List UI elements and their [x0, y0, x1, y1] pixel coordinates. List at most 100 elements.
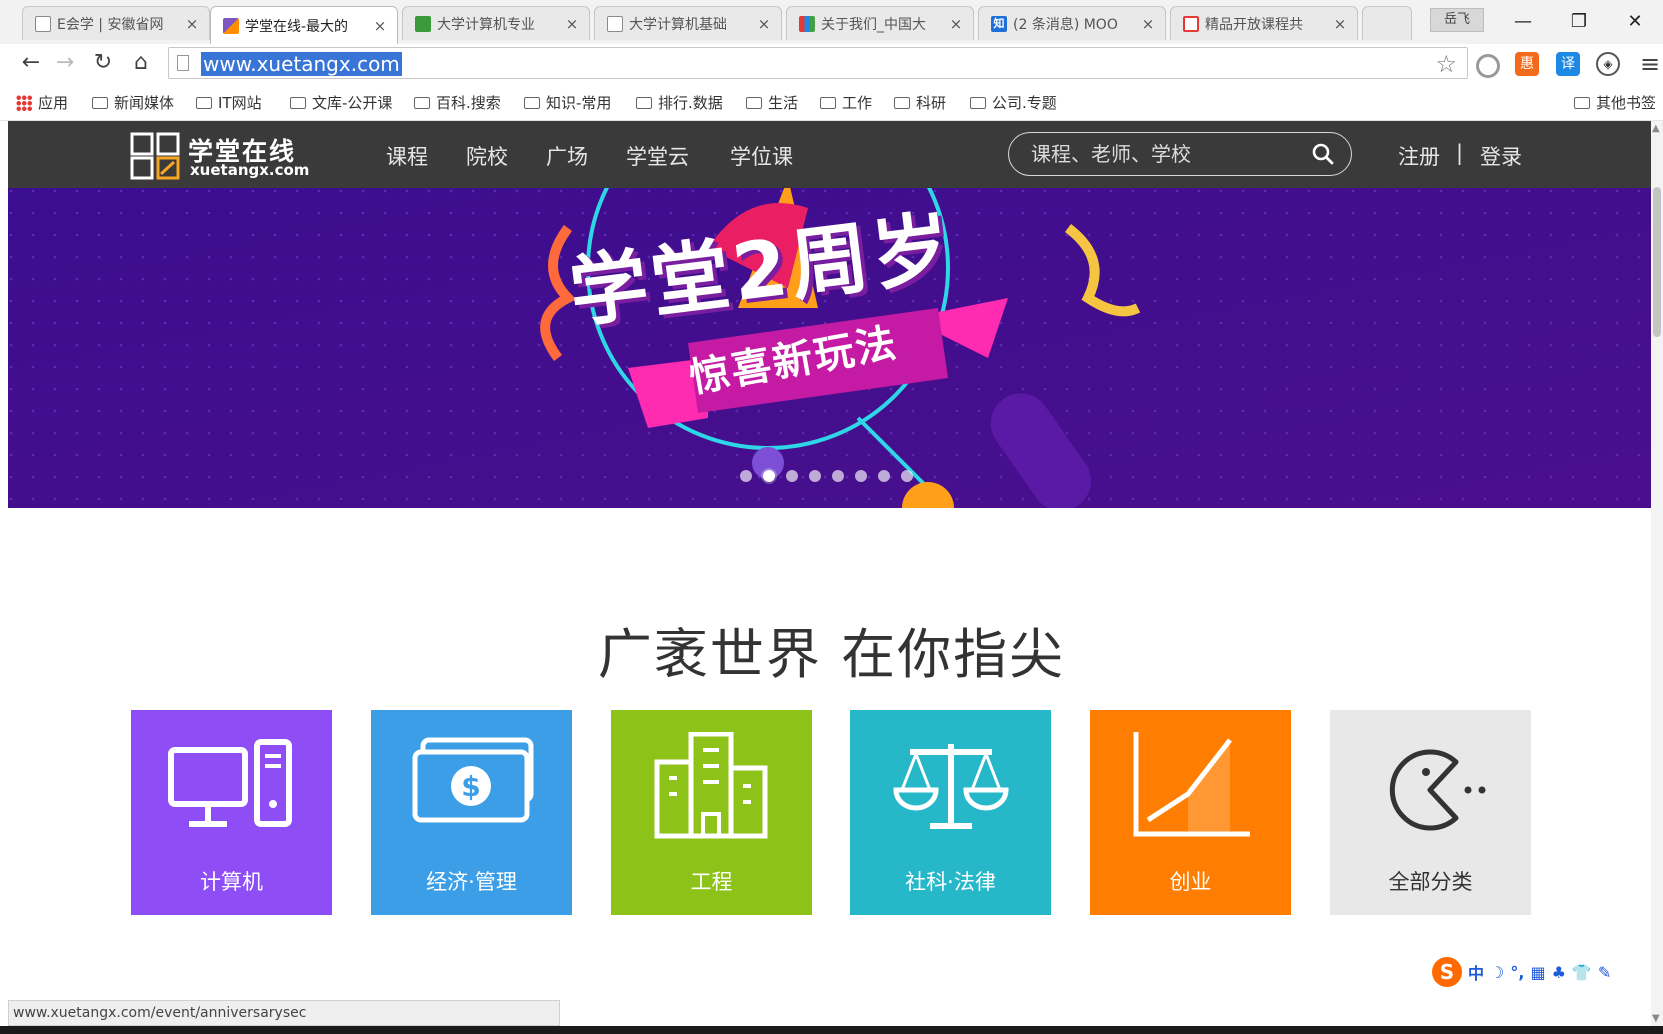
- ime-skin-icon[interactable]: 👕: [1572, 963, 1592, 982]
- hero-banner[interactable]: 学堂2周岁 惊喜新玩法 ☜: [8, 188, 1651, 508]
- search-icon[interactable]: [1311, 142, 1335, 166]
- new-tab-button[interactable]: [1362, 6, 1412, 40]
- carousel-dot[interactable]: [809, 470, 821, 482]
- profile-chip[interactable]: 岳飞: [1430, 8, 1484, 32]
- category-entrepreneurship[interactable]: 创业: [1090, 710, 1291, 915]
- category-law[interactable]: 社科·法律: [850, 710, 1051, 915]
- bookmark-folder[interactable]: 科研: [894, 92, 946, 113]
- close-tab-icon[interactable]: ×: [947, 15, 965, 33]
- category-all[interactable]: 全部分类: [1330, 710, 1531, 915]
- close-tab-icon[interactable]: ×: [371, 17, 389, 35]
- hui-extension-icon[interactable]: 惠: [1515, 52, 1539, 76]
- page-scrollbar[interactable]: ▲ ▼: [1651, 121, 1663, 1026]
- bookmark-folder[interactable]: 生活: [746, 92, 798, 113]
- close-tab-icon[interactable]: ×: [1139, 15, 1157, 33]
- bookmark-label: 百科.搜索: [436, 94, 501, 112]
- forward-arrow-icon[interactable]: →: [50, 48, 80, 78]
- address-bar[interactable]: www.xuetangx.com ☆: [168, 47, 1468, 79]
- ime-mode-label[interactable]: 中: [1468, 960, 1484, 984]
- bookmark-folder[interactable]: 排行.数据: [636, 92, 723, 113]
- folder-icon: [746, 96, 762, 109]
- ime-punctuation-icon[interactable]: °,: [1510, 963, 1524, 982]
- browser-tab[interactable]: 精品开放课程共 ×: [1170, 6, 1358, 40]
- sogou-ime-icon[interactable]: S: [1432, 957, 1462, 987]
- nav-degree[interactable]: 学位课: [730, 141, 793, 171]
- minimize-button[interactable]: —: [1500, 6, 1546, 38]
- close-tab-icon[interactable]: ×: [1331, 15, 1349, 33]
- carousel-dot[interactable]: [855, 470, 867, 482]
- nav-courses[interactable]: 课程: [386, 141, 428, 171]
- url-text[interactable]: www.xuetangx.com: [201, 52, 402, 76]
- bookmark-star-icon[interactable]: ☆: [1435, 50, 1457, 78]
- bookmark-label: 科研: [916, 94, 947, 112]
- browser-tab[interactable]: 大学计算机基础 ×: [594, 6, 782, 40]
- carousel-dot[interactable]: [740, 470, 752, 482]
- carousel-dot[interactable]: [901, 470, 913, 482]
- category-computer[interactable]: 计算机: [131, 710, 332, 915]
- carousel-dot[interactable]: [786, 470, 798, 482]
- category-label: 社科·法律: [905, 870, 996, 894]
- page-slogan: 广袤世界 在你指尖: [597, 623, 1066, 686]
- tab-title: 学堂在线-最大的: [245, 19, 349, 35]
- opera-extension-icon[interactable]: [1476, 54, 1500, 78]
- carousel-dot-active[interactable]: [763, 470, 775, 482]
- category-label: 全部分类: [1388, 870, 1473, 894]
- bookmark-label: 文库-公开课: [312, 94, 393, 112]
- category-label: 工程: [690, 870, 733, 894]
- category-label: 创业: [1169, 870, 1212, 894]
- ime-moon-icon[interactable]: ☽: [1490, 963, 1504, 982]
- close-tab-icon[interactable]: ×: [755, 15, 773, 33]
- site-logo[interactable]: 学堂在线 xuetangx.com: [130, 128, 310, 180]
- browser-tab[interactable]: 大学计算机专业 ×: [402, 6, 590, 40]
- folder-icon: [970, 96, 986, 109]
- bookmark-apps[interactable]: 应用: [16, 92, 68, 113]
- close-tab-icon[interactable]: ×: [563, 15, 581, 33]
- close-window-button[interactable]: ✕: [1612, 6, 1658, 38]
- reload-icon[interactable]: ↻: [88, 48, 118, 78]
- register-link[interactable]: 注册: [1398, 141, 1440, 171]
- carousel-dot[interactable]: [832, 470, 844, 482]
- nav-schools[interactable]: 院校: [466, 141, 508, 171]
- bookmark-folder[interactable]: 百科.搜索: [414, 92, 501, 113]
- pacman-icon: [1389, 749, 1486, 831]
- bookmark-folder[interactable]: 文库-公开课: [290, 92, 392, 113]
- translate-extension-icon[interactable]: 译: [1556, 52, 1580, 76]
- bookmark-folder[interactable]: 新闻媒体: [92, 92, 174, 113]
- home-icon[interactable]: ⌂: [126, 48, 156, 78]
- ime-toolbar[interactable]: S 中 ☽ °, ▦ ♣ 👕 ✎: [1432, 956, 1663, 988]
- ime-keyboard-icon[interactable]: ▦: [1530, 963, 1545, 982]
- folder-icon: [196, 96, 212, 109]
- back-arrow-icon[interactable]: ←: [16, 48, 46, 78]
- browser-tab[interactable]: E会学 | 安徽省网 ×: [22, 6, 210, 40]
- category-economics[interactable]: $ 经济·管理: [371, 710, 572, 915]
- bookmarks-bar: 应用 新闻媒体 IT网站 文库-公开课 百科.搜索 知识-常用 排行.数据 生活…: [0, 84, 1663, 121]
- folder-icon: [524, 96, 540, 109]
- bookmark-folder[interactable]: 知识-常用: [524, 92, 611, 113]
- category-engineering[interactable]: 工程: [611, 710, 812, 915]
- folder-icon: [636, 96, 652, 109]
- nav-cloud[interactable]: 学堂云: [626, 141, 689, 171]
- ime-user-icon[interactable]: ♣: [1552, 963, 1566, 982]
- bookmark-folder-other[interactable]: 其他书签: [1574, 92, 1656, 113]
- maximize-button[interactable]: ❐: [1556, 6, 1602, 38]
- menu-icon[interactable]: ≡: [1640, 50, 1660, 78]
- scrollbar-thumb[interactable]: [1653, 187, 1661, 337]
- tab-title: (2 条消息) MOO: [1013, 16, 1118, 33]
- ime-tools-icon[interactable]: ✎: [1598, 963, 1611, 982]
- bookmark-folder[interactable]: 工作: [820, 92, 872, 113]
- browser-tab[interactable]: 知 (2 条消息) MOO ×: [978, 6, 1166, 40]
- bookmark-folder[interactable]: IT网站: [196, 92, 262, 113]
- browser-tab-active[interactable]: 学堂在线-最大的 ×: [210, 6, 398, 45]
- globe-extension-icon[interactable]: ◈: [1596, 52, 1620, 76]
- computer-icon: [168, 739, 292, 827]
- nav-plaza[interactable]: 广场: [546, 141, 588, 171]
- bookmark-folder[interactable]: 公司.专题: [970, 92, 1057, 113]
- scroll-up-arrow-icon[interactable]: ▲: [1652, 123, 1660, 134]
- browser-tab[interactable]: 关于我们_中国大 ×: [786, 6, 974, 40]
- green-book-icon: [415, 15, 431, 32]
- close-tab-icon[interactable]: ×: [183, 15, 201, 33]
- login-link[interactable]: 登录: [1480, 141, 1522, 171]
- search-input[interactable]: [1031, 141, 1301, 167]
- scroll-down-arrow-icon[interactable]: ▼: [1652, 1013, 1660, 1024]
- carousel-dot[interactable]: [878, 470, 890, 482]
